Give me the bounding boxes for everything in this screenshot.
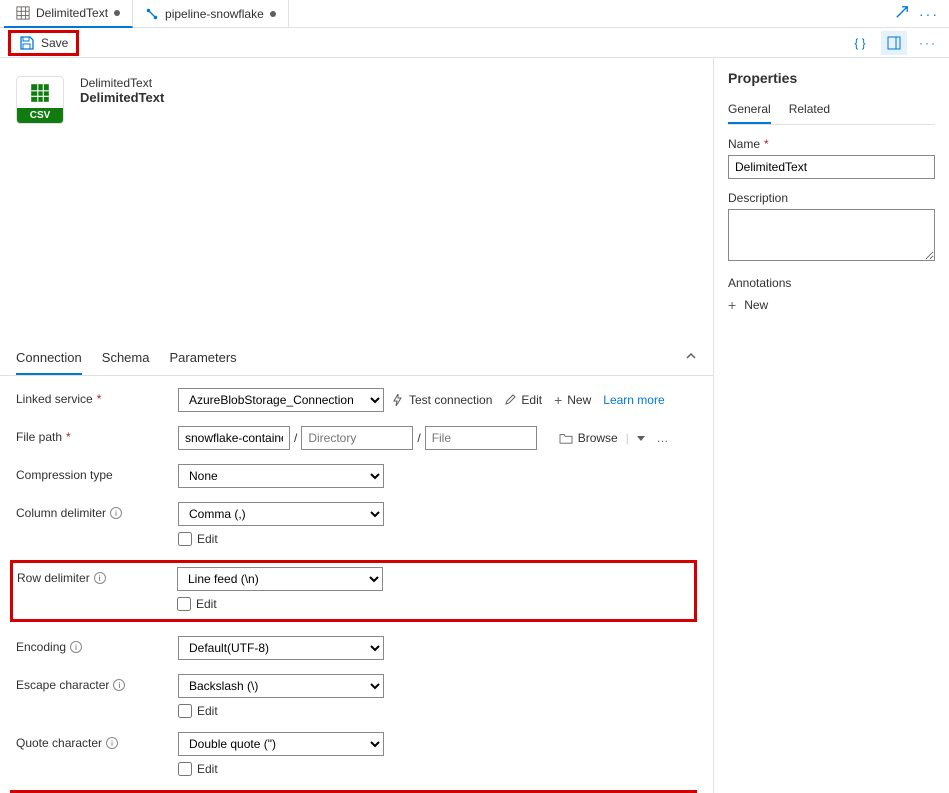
column-delimiter-select[interactable]: Comma (,) [178,502,384,526]
escape-char-edit-checkbox[interactable] [178,704,192,718]
compression-type-select[interactable]: None [178,464,384,488]
row-delimiter-select[interactable]: Line feed (\n) [177,567,383,591]
csv-file-icon: CSV [16,76,64,124]
name-input[interactable] [728,155,935,179]
edit-label: Edit [196,597,217,611]
lightning-icon [392,394,404,406]
label-linked-service: Linked service* [16,388,178,406]
description-input[interactable] [728,209,935,261]
info-icon[interactable]: i [70,641,82,653]
tab-label: DelimitedText [36,6,108,20]
grid-icon [16,6,30,20]
edit-label: Edit [197,704,218,718]
browse-button[interactable]: Browse [555,431,622,445]
tab-pipeline-snowflake[interactable]: pipeline-snowflake [133,0,289,28]
edit-linked-service-button[interactable]: Edit [500,393,546,407]
save-button[interactable]: Save [8,30,79,56]
code-icon[interactable]: { } [847,31,873,55]
info-icon[interactable]: i [113,679,125,691]
dirty-indicator-icon [270,11,276,17]
label-name: Name* [728,137,935,151]
label-column-delimiter: Column delimiter i [16,502,178,520]
chevron-down-icon [637,436,645,441]
folder-icon [559,432,573,444]
properties-toggle-icon[interactable] [881,31,907,55]
properties-tab-related[interactable]: Related [789,96,830,124]
info-icon[interactable]: i [94,572,106,584]
tab-connection[interactable]: Connection [16,342,82,375]
tab-label: pipeline-snowflake [165,7,264,21]
more-icon[interactable]: ··· [919,6,939,22]
collapse-icon[interactable] [685,350,697,365]
csv-label: CSV [17,108,63,123]
quote-char-edit-checkbox[interactable] [178,762,192,776]
new-annotation-button[interactable]: + New [728,294,935,316]
filepath-file-input[interactable] [425,426,537,450]
label-escape-character: Escape character i [16,674,178,692]
label-file-path: File path* [16,426,178,444]
tab-schema[interactable]: Schema [102,342,150,375]
tab-delimitedtext[interactable]: DelimitedText [4,0,133,28]
label-annotations: Annotations [728,276,935,290]
learn-more-link[interactable]: Learn more [599,393,668,407]
info-icon[interactable]: i [106,737,118,749]
escape-character-select[interactable]: Backslash (\) [178,674,384,698]
label-description: Description [728,191,935,205]
properties-title: Properties [728,70,935,86]
label-compression-type: Compression type [16,464,178,482]
label-encoding: Encoding i [16,636,178,654]
filepath-directory-input[interactable] [301,426,413,450]
row-delimiter-edit-checkbox[interactable] [177,597,191,611]
edit-label: Edit [197,532,218,546]
path-separator: / [417,431,420,445]
quote-character-select[interactable]: Double quote (") [178,732,384,756]
browse-dropdown[interactable] [633,436,649,441]
column-delimiter-edit-checkbox[interactable] [178,532,192,546]
save-label: Save [41,36,68,50]
plus-icon: + [728,298,736,312]
dirty-indicator-icon [114,10,120,16]
label-quote-character: Quote character i [16,732,178,750]
preview-button[interactable]: … [653,431,673,445]
label-row-delimiter: Row delimiter i [15,567,177,585]
new-linked-service-button[interactable]: + New [550,393,595,407]
properties-tab-general[interactable]: General [728,96,771,124]
tab-parameters[interactable]: Parameters [169,342,236,375]
info-icon[interactable]: i [110,507,122,519]
linked-service-select[interactable]: AzureBlobStorage_Connection [178,388,384,412]
edit-label: Edit [197,762,218,776]
encoding-select[interactable]: Default(UTF-8) [178,636,384,660]
path-separator: / [294,431,297,445]
more-actions-icon[interactable]: ··· [915,31,941,55]
filepath-container-input[interactable] [178,426,290,450]
divider: | [626,431,629,445]
save-icon [19,35,35,51]
dataset-name: DelimitedText [80,90,164,105]
plus-icon: + [554,393,562,407]
test-connection-button[interactable]: Test connection [388,393,496,407]
pencil-icon [504,394,516,406]
pipeline-icon [145,7,159,21]
expand-icon[interactable] [895,5,909,22]
dataset-type: DelimitedText [80,76,164,90]
